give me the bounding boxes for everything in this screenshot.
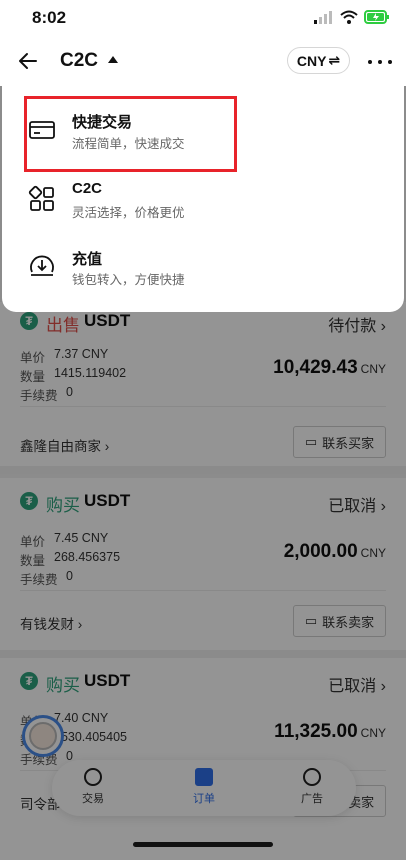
- highlight-box: [24, 96, 237, 172]
- header: C2C CNY ⇌: [0, 36, 406, 86]
- menu-item-c2c[interactable]: C2C 灵活选择，价格更优: [2, 169, 404, 235]
- menu-item-deposit[interactable]: 充值 钱包转入，方便快捷: [2, 238, 404, 304]
- deposit-icon: [30, 255, 54, 276]
- wifi-icon: [340, 10, 358, 24]
- signal-icon: [314, 11, 332, 24]
- caret-up-icon[interactable]: [108, 56, 118, 63]
- grid-icon: [28, 185, 54, 211]
- currency-switch-button[interactable]: CNY ⇌: [287, 47, 350, 74]
- battery-icon: [364, 10, 389, 24]
- more-options-icon[interactable]: [368, 50, 392, 74]
- back-arrow-icon[interactable]: [16, 49, 40, 73]
- page-title[interactable]: C2C: [60, 50, 98, 72]
- menu-item-subtitle: 灵活选择，价格更优: [72, 206, 185, 220]
- swap-icon: ⇌: [328, 52, 341, 68]
- home-indicator: [133, 842, 273, 847]
- status-bar: 8:02: [0, 0, 406, 36]
- menu-item-subtitle: 钱包转入，方便快捷: [72, 273, 185, 287]
- currency-label: CNY: [296, 52, 327, 69]
- status-time: 8:02: [32, 8, 67, 27]
- status-icons: [314, 10, 390, 24]
- menu-item-title: 充值: [72, 251, 103, 268]
- menu-item-title: C2C: [72, 180, 103, 197]
